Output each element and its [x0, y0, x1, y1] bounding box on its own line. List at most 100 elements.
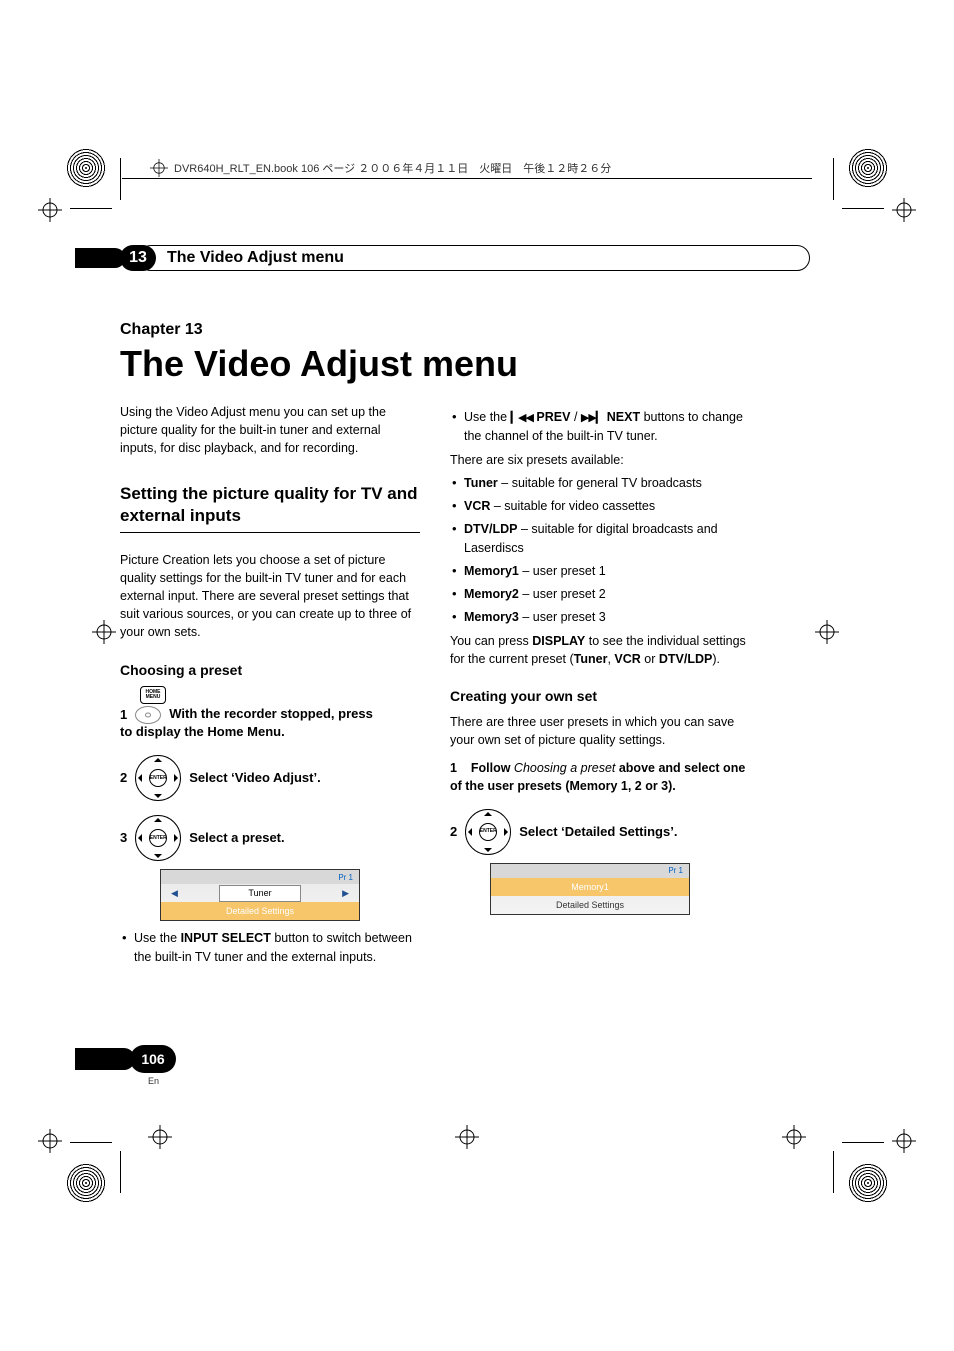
bullet-text: /	[570, 410, 580, 424]
page-language: En	[148, 1076, 159, 1086]
intro-paragraph: Using the Video Adjust menu you can set …	[120, 403, 420, 457]
bullet-text: Use the	[134, 931, 181, 945]
dpad-icon: ENTER	[135, 815, 181, 861]
bullet-bold: INPUT SELECT	[181, 931, 271, 945]
bullet-bold: PREV	[533, 410, 571, 424]
preset-item: DTV/LDP – suitable for digital broadcast…	[450, 520, 750, 556]
step-text: Select ‘Video Adjust’.	[189, 770, 320, 787]
step-number: 2	[450, 823, 457, 842]
crop-line	[120, 158, 121, 200]
crop-line	[842, 208, 884, 209]
preset-name: VCR	[464, 499, 490, 513]
section-heading: Setting the picture quality for TV and e…	[120, 483, 420, 526]
crosshair-icon	[815, 620, 839, 644]
button-glyph-home: HOME MENU	[140, 686, 420, 704]
panel-row: Detailed Settings	[491, 896, 689, 914]
chapter-label: Chapter 13	[120, 321, 810, 339]
preset-desc: – suitable for video cassettes	[490, 499, 655, 513]
page-title: The Video Adjust menu	[120, 343, 810, 385]
ui-preview-panel: Pr 1 ◀ Tuner ▶ Detailed Settings	[160, 869, 360, 921]
preset-name: Memory1	[464, 564, 519, 578]
side-tab	[75, 248, 125, 268]
crosshair-icon	[150, 159, 168, 177]
crop-line	[833, 158, 834, 200]
right-column: Use the ▎◀◀ PREV / ▶▶▎ NEXT buttons to c…	[450, 403, 750, 971]
bullet-item: Use the INPUT SELECT button to switch be…	[120, 929, 420, 965]
caret-left-icon: ◀	[171, 887, 178, 900]
header-divider	[122, 178, 812, 179]
skip-prev-icon: ▎◀◀	[511, 412, 533, 424]
crosshair-icon	[455, 1125, 479, 1149]
step-text: to display the Home Menu.	[120, 723, 420, 742]
left-column: Using the Video Adjust menu you can set …	[120, 403, 420, 971]
crop-line	[842, 1142, 884, 1143]
divider	[120, 532, 420, 533]
dpad-center-label: ENTER	[149, 829, 167, 847]
chapter-bar-title: The Video Adjust menu	[167, 249, 344, 267]
side-tab	[75, 1048, 135, 1070]
crop-line	[833, 1151, 834, 1193]
step-number: 1	[450, 761, 457, 775]
panel-value: Tuner	[219, 885, 300, 902]
caret-right-icon: ▶	[342, 887, 349, 900]
disc-icon	[135, 706, 161, 724]
step-number: 3	[120, 829, 127, 848]
preset-desc: – suitable for general TV broadcasts	[498, 476, 702, 490]
page-number-badge: 106	[130, 1045, 176, 1073]
chapter-title-pill: The Video Adjust menu	[138, 245, 810, 271]
preset-desc: – user preset 3	[519, 610, 606, 624]
chapter-bar: 13 The Video Adjust menu	[120, 245, 810, 271]
preset-item: Memory1 – user preset 1	[450, 562, 750, 580]
step-line: 1 Follow Choosing a preset above and sel…	[450, 759, 750, 795]
preset-name: Memory2	[464, 587, 519, 601]
crop-line	[120, 1151, 121, 1193]
preset-name: DTV/LDP	[464, 522, 517, 536]
presets-intro: There are six presets available:	[450, 451, 750, 469]
chapter-number-badge: 13	[120, 245, 156, 271]
registration-target-icon	[66, 148, 106, 188]
step-italic: Choosing a preset	[514, 761, 615, 775]
ui-preview-panel: Pr 1 Memory1 Detailed Settings	[490, 863, 690, 915]
step-text: Select ‘Detailed Settings’.	[519, 824, 677, 841]
preset-item: Memory2 – user preset 2	[450, 585, 750, 603]
creating-set-body: There are three user presets in which yo…	[450, 713, 750, 749]
step-text: Follow	[471, 761, 514, 775]
bullet-bold: NEXT	[603, 410, 640, 424]
crosshair-icon	[782, 1125, 806, 1149]
panel-badge: Pr 1	[338, 872, 353, 884]
crosshair-icon	[892, 1129, 916, 1153]
panel-row-selected: Detailed Settings	[216, 904, 304, 919]
dpad-center-label: ENTER	[149, 769, 167, 787]
dpad-icon: ENTER	[465, 809, 511, 855]
panel-badge: Pr 1	[668, 865, 683, 877]
panel-row-selected: Memory1	[491, 878, 689, 896]
step-text: Select a preset.	[189, 830, 284, 847]
preset-item: Tuner – suitable for general TV broadcas…	[450, 474, 750, 492]
crop-line	[70, 1142, 112, 1143]
bullet-text: Use the	[464, 410, 511, 424]
step-number: 1	[120, 706, 127, 725]
crop-line	[70, 208, 112, 209]
bullet-item: Use the ▎◀◀ PREV / ▶▶▎ NEXT buttons to c…	[450, 408, 750, 445]
preset-desc: – user preset 1	[519, 564, 606, 578]
dpad-center-label: ENTER	[479, 823, 497, 841]
header-text: DVR640H_RLT_EN.book 106 ページ ２００６年４月１１日 火…	[174, 160, 611, 176]
crosshair-icon	[38, 1129, 62, 1153]
preset-name: Memory3	[464, 610, 519, 624]
step-number: 2	[120, 769, 127, 788]
crosshair-icon	[38, 198, 62, 222]
crosshair-icon	[892, 198, 916, 222]
skip-next-icon: ▶▶▎	[581, 412, 603, 424]
registration-target-icon	[848, 148, 888, 188]
subheading-choosing-preset: Choosing a preset	[120, 660, 420, 680]
home-button-label-2: MENU	[146, 695, 161, 700]
dpad-icon: ENTER	[135, 755, 181, 801]
preset-item: VCR – suitable for video cassettes	[450, 497, 750, 515]
registration-target-icon	[66, 1163, 106, 1203]
step-text: With the recorder stopped, press	[169, 706, 373, 723]
crosshair-icon	[92, 620, 116, 644]
preset-desc: – user preset 2	[519, 587, 606, 601]
preset-item: Memory3 – user preset 3	[450, 608, 750, 626]
subheading-creating-set: Creating your own set	[450, 686, 750, 706]
display-note: You can press DISPLAY to see the individ…	[450, 632, 750, 668]
